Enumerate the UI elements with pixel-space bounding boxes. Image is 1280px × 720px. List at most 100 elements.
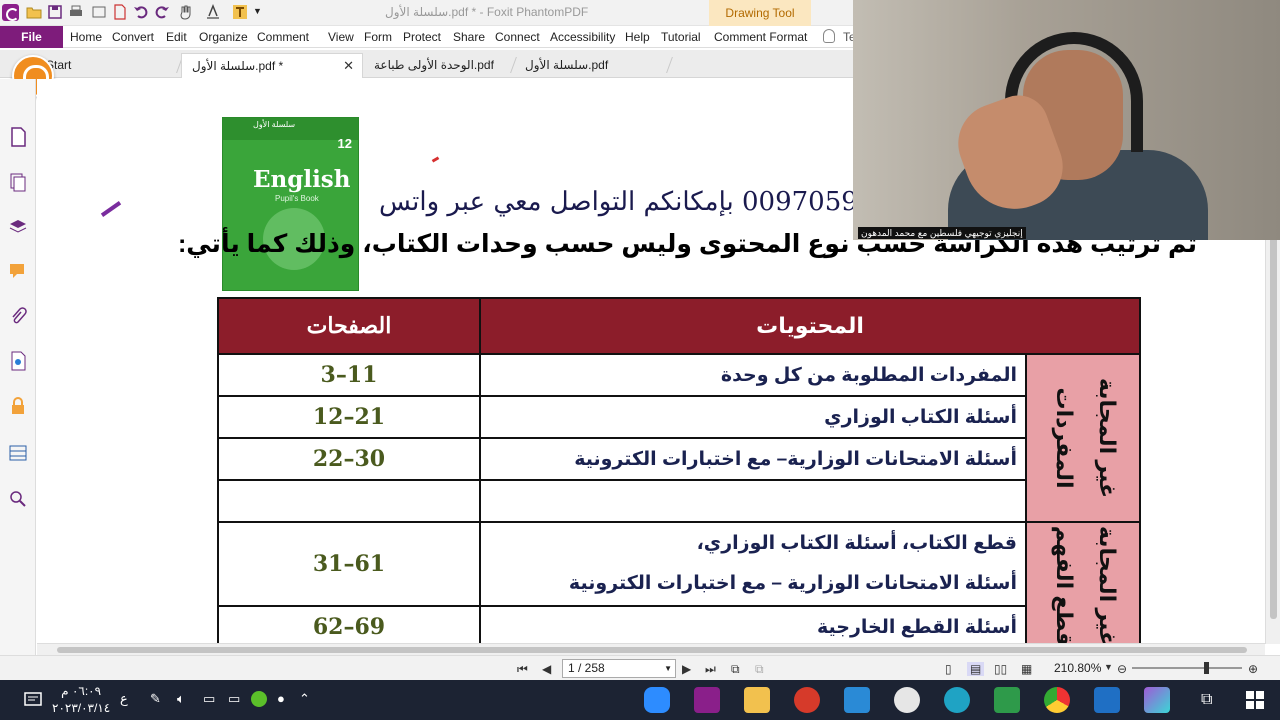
scroll-thumb[interactable]	[1270, 179, 1277, 619]
lightbulb-icon[interactable]	[823, 29, 835, 43]
zoom-out-icon[interactable]: ⊖	[1117, 662, 1127, 676]
window-title: سلسلة الأول.pdf * - Foxit PhantomPDF	[385, 5, 589, 19]
chrome-app-icon[interactable]	[1044, 687, 1070, 713]
content-cell	[479, 479, 1027, 523]
network-icon[interactable]: ▭	[203, 691, 215, 707]
tab-share[interactable]: Share	[453, 30, 485, 44]
single-page-icon[interactable]: ▯	[945, 662, 952, 676]
tab-help[interactable]: Help	[625, 30, 650, 44]
outlook-app-icon[interactable]	[1094, 687, 1120, 713]
tab-comment[interactable]: Comment	[257, 30, 309, 44]
lock-icon[interactable]	[9, 396, 27, 416]
undo-icon[interactable]	[133, 4, 149, 20]
annotation-pen-stroke	[100, 201, 122, 217]
tab-tutorial[interactable]: Tutorial	[661, 30, 701, 44]
pen-icon[interactable]: ✎	[150, 691, 161, 707]
zoom-dropdown-icon[interactable]: ▼	[1104, 662, 1113, 672]
layers-icon[interactable]	[9, 216, 27, 236]
paint-app-icon[interactable]	[894, 687, 920, 713]
edge-app-icon[interactable]	[944, 687, 970, 713]
first-page-icon[interactable]: ⏮	[517, 662, 528, 677]
pages-icon[interactable]	[9, 127, 27, 147]
certificate-icon[interactable]	[9, 351, 27, 371]
tab-document-2[interactable]: الوحدة الأولى طباعة.pdf	[364, 53, 517, 78]
pages-cell: 62–69	[217, 605, 481, 644]
content-line: أسئلة الامتحانات الوزارية – مع اختبارات …	[568, 573, 1017, 594]
save-icon[interactable]	[47, 4, 63, 20]
zoom-app-icon[interactable]	[644, 687, 670, 713]
language-indicator[interactable]: ع	[120, 691, 128, 707]
battery-icon[interactable]: ▭	[228, 691, 240, 707]
redo-icon[interactable]	[154, 4, 170, 20]
horizontal-scrollbar[interactable]	[37, 643, 1265, 655]
book-grade-number: 12	[337, 136, 352, 151]
tab-edit[interactable]: Edit	[166, 30, 187, 44]
quick-access-toolbar: ▼ سلسلة الأول.pdf * - Foxit PhantomPDF D…	[0, 0, 853, 26]
security-icon[interactable]	[251, 691, 267, 707]
tab-document-3[interactable]: سلسلة الأول.pdf	[515, 53, 673, 78]
category-cell: غير المجابة قطع الفهم	[1025, 521, 1141, 644]
previous-view-icon[interactable]: ⧉	[731, 662, 740, 677]
previous-page-icon[interactable]: ◀	[542, 662, 551, 676]
new-doc-icon[interactable]	[91, 4, 107, 20]
zoom-in-icon[interactable]: ⊕	[1248, 662, 1258, 676]
create-pdf-icon[interactable]	[112, 4, 128, 20]
category-label-secondary: غير المجابة	[1095, 525, 1120, 644]
tab-home[interactable]: Home	[70, 30, 102, 44]
page-number-input[interactable]: 1 / 258 ▼	[562, 659, 676, 678]
wps-office-app-icon[interactable]	[794, 687, 820, 713]
tab-view[interactable]: View	[328, 30, 354, 44]
show-hidden-icons-icon[interactable]: ⌃	[299, 691, 310, 707]
tab-start[interactable]: Start	[36, 53, 183, 78]
continuous-facing-icon[interactable]: ▦	[1021, 662, 1032, 676]
zoom-slider[interactable]	[1132, 662, 1242, 674]
foxit-window: ▼ سلسلة الأول.pdf * - Foxit PhantomPDF D…	[0, 0, 1280, 720]
tab-connect[interactable]: Connect	[495, 30, 540, 44]
hand-tool-icon[interactable]	[178, 4, 194, 20]
taskbar-clock[interactable]: ٠٦:٠٩ م ٢٠٢٣/٠٣/١٤	[52, 683, 110, 717]
tab-form[interactable]: Form	[364, 30, 392, 44]
close-tab-icon[interactable]: ✕	[343, 54, 354, 78]
zoom-slider-knob[interactable]	[1204, 662, 1209, 674]
mail-app-icon[interactable]	[844, 687, 870, 713]
tab-comment-format[interactable]: Comment Format	[714, 30, 807, 44]
open-folder-icon[interactable]	[26, 4, 42, 20]
tab-accessibility[interactable]: Accessibility	[550, 30, 615, 44]
thumbnails-icon[interactable]	[9, 172, 27, 192]
file-tab[interactable]: File	[0, 26, 63, 48]
last-page-icon[interactable]: ⏭	[705, 662, 716, 677]
tab-protect[interactable]: Protect	[403, 30, 441, 44]
spreadsheet-app-icon[interactable]	[994, 687, 1020, 713]
scroll-thumb[interactable]	[57, 647, 1247, 653]
microphone-icon[interactable]: ●	[277, 691, 285, 706]
attachments-icon[interactable]	[9, 306, 27, 326]
facing-page-icon[interactable]: ▯▯	[994, 662, 1007, 676]
table-row: 12–21 أسئلة الكتاب الوزاري	[217, 395, 1140, 439]
next-view-icon[interactable]: ⧉	[755, 662, 764, 677]
tab-convert[interactable]: Convert	[112, 30, 154, 44]
volume-icon[interactable]: 🔈︎	[177, 691, 185, 707]
tab-label: الوحدة الأولى طباعة.pdf	[374, 58, 494, 72]
customize-toolbar-icon[interactable]: ▼	[253, 6, 269, 22]
search-tools-icon[interactable]	[9, 489, 27, 509]
drawing-tool-context-tab[interactable]: Drawing Tool	[709, 0, 811, 26]
task-view-icon[interactable]: ⧉	[1201, 691, 1212, 709]
file-explorer-app-icon[interactable]	[744, 687, 770, 713]
windows-start-icon[interactable]	[1246, 691, 1264, 709]
tab-active-document[interactable]: سلسلة الأول.pdf * ✕	[181, 53, 363, 78]
typewriter-icon[interactable]	[232, 4, 248, 20]
chevron-down-icon[interactable]: ▼	[664, 660, 672, 677]
text-color-icon[interactable]	[205, 4, 221, 20]
copilot-app-icon[interactable]	[1144, 687, 1170, 713]
tab-organize[interactable]: Organize	[199, 30, 248, 44]
comments-icon[interactable]	[9, 261, 27, 281]
notification-icon[interactable]	[24, 691, 42, 709]
table-row	[217, 479, 1140, 523]
table-header-row: الصفحات المحتويات	[217, 297, 1141, 355]
zoom-level[interactable]: 210.80%	[1054, 661, 1101, 675]
foxit-pdf-app-icon[interactable]	[694, 687, 720, 713]
fields-icon[interactable]	[9, 443, 27, 463]
print-icon[interactable]	[68, 4, 84, 20]
continuous-page-icon[interactable]: ▤	[967, 662, 985, 676]
next-page-icon[interactable]: ▶	[682, 662, 691, 676]
